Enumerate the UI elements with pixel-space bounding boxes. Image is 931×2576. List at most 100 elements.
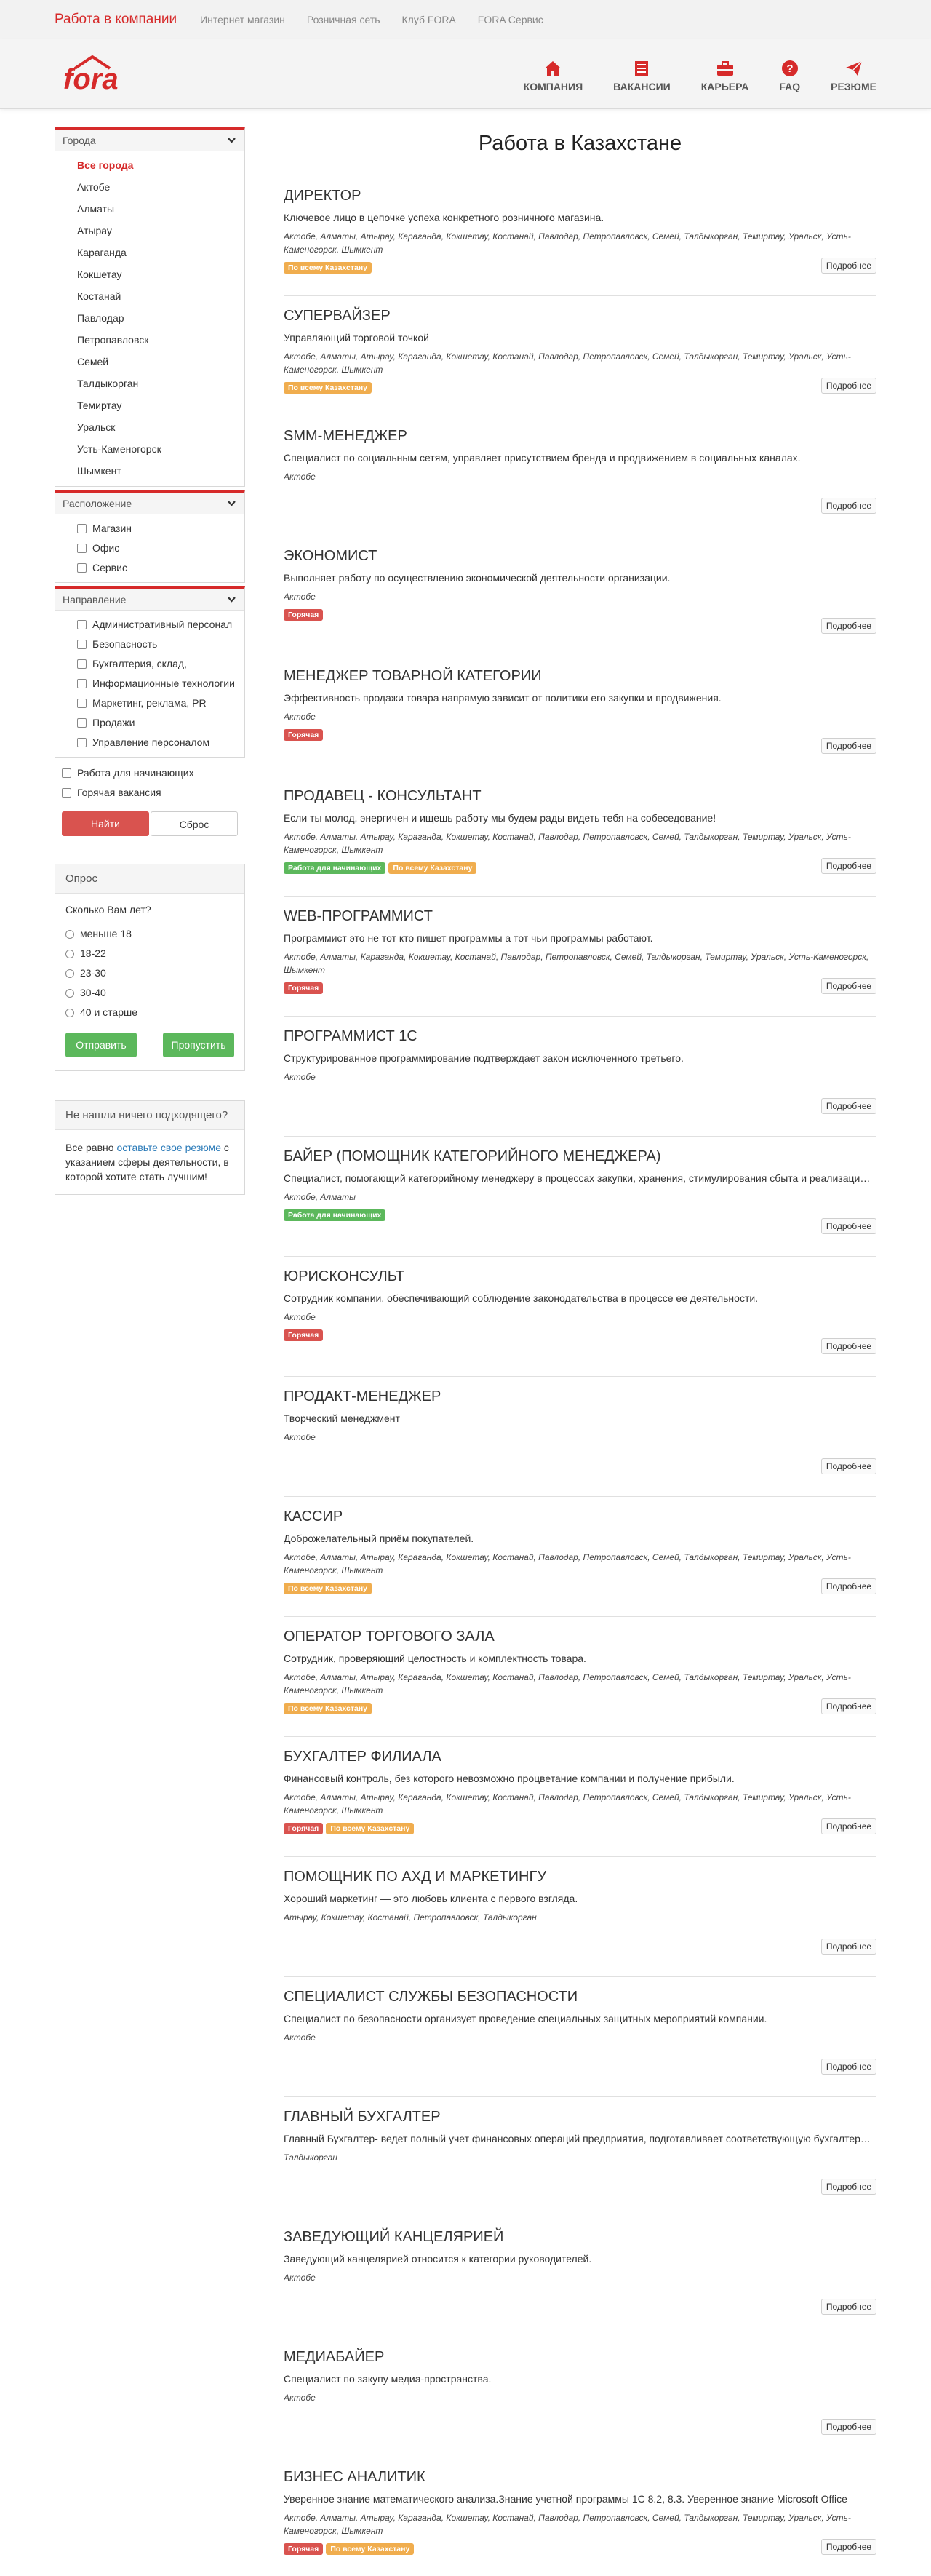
checkbox-box[interactable] bbox=[62, 768, 71, 778]
city-item[interactable]: Костанай bbox=[77, 285, 244, 307]
location-checkbox[interactable]: Офис bbox=[77, 538, 244, 558]
more-button[interactable]: Подробнее bbox=[821, 2539, 876, 2555]
job-title[interactable]: МЕНЕДЖЕР ТОВАРНОЙ КАТЕГОРИИ bbox=[284, 656, 876, 690]
more-button[interactable]: Подробнее bbox=[821, 2419, 876, 2435]
more-button[interactable]: Подробнее bbox=[821, 738, 876, 754]
beginners-checkbox[interactable]: Работа для начинающих bbox=[62, 763, 245, 783]
checkbox-box[interactable] bbox=[77, 659, 87, 669]
checkbox-box[interactable] bbox=[62, 788, 71, 798]
city-item[interactable]: Семей bbox=[77, 351, 244, 373]
more-button[interactable]: Подробнее bbox=[821, 498, 876, 514]
city-item[interactable]: Атырау bbox=[77, 220, 244, 242]
checkbox-box[interactable] bbox=[77, 679, 87, 688]
city-item[interactable]: Караганда bbox=[77, 242, 244, 263]
job-title[interactable]: СУПЕРВАЙЗЕР bbox=[284, 296, 876, 330]
nav-resume[interactable]: РЕЗЮМЕ bbox=[831, 60, 876, 92]
checkbox-box[interactable] bbox=[77, 738, 87, 747]
more-button[interactable]: Подробнее bbox=[821, 1218, 876, 1234]
city-item[interactable]: Алматы bbox=[77, 198, 244, 220]
topbar-link-service[interactable]: FORA Сервис bbox=[478, 14, 543, 25]
direction-checkbox[interactable]: Информационные технологии bbox=[77, 674, 244, 693]
hot-vacancy-checkbox[interactable]: Горячая вакансия bbox=[62, 783, 245, 803]
more-button[interactable]: Подробнее bbox=[821, 618, 876, 634]
topbar-link-retail[interactable]: Розничная сеть bbox=[307, 14, 380, 25]
cities-filter-header[interactable]: Города bbox=[55, 130, 244, 151]
job-title[interactable]: КАССИР bbox=[284, 1497, 876, 1530]
checkbox-box[interactable] bbox=[77, 620, 87, 629]
checkbox-box[interactable] bbox=[77, 640, 87, 649]
more-button[interactable]: Подробнее bbox=[821, 978, 876, 994]
location-filter-header[interactable]: Расположение bbox=[55, 493, 244, 514]
poll-submit-button[interactable]: Отправить bbox=[65, 1033, 137, 1057]
nav-vacancies[interactable]: ВАКАНСИИ bbox=[613, 60, 671, 92]
more-button[interactable]: Подробнее bbox=[821, 2299, 876, 2315]
city-item[interactable]: Петропавловск bbox=[77, 329, 244, 351]
direction-checkbox[interactable]: Маркетинг, реклама, PR bbox=[77, 693, 244, 713]
job-title[interactable]: ДИРЕКТОР bbox=[284, 176, 876, 210]
reset-button[interactable]: Сброс bbox=[151, 811, 238, 836]
location-checkbox[interactable]: Магазин bbox=[77, 519, 244, 538]
more-button[interactable]: Подробнее bbox=[821, 1458, 876, 1474]
city-item[interactable]: Павлодар bbox=[77, 307, 244, 329]
job-title[interactable]: ПРОГРАММИСТ 1С bbox=[284, 1017, 876, 1050]
job-title[interactable]: SMM-МЕНЕДЖЕР bbox=[284, 416, 876, 450]
find-button[interactable]: Найти bbox=[62, 811, 149, 836]
more-button[interactable]: Подробнее bbox=[821, 1939, 876, 1955]
poll-option[interactable]: 23-30 bbox=[65, 963, 234, 983]
more-button[interactable]: Подробнее bbox=[821, 2179, 876, 2195]
checkbox-box[interactable] bbox=[77, 718, 87, 728]
city-item[interactable]: Талдыкорган bbox=[77, 373, 244, 394]
job-title[interactable]: ПРОДАВЕЦ - КОНСУЛЬТАНТ bbox=[284, 776, 876, 810]
poll-option[interactable]: меньше 18 bbox=[65, 924, 234, 944]
topbar-brand-link[interactable]: Работа в компании bbox=[55, 12, 177, 28]
job-title[interactable]: WEB-ПРОГРАММИСТ bbox=[284, 897, 876, 930]
job-title[interactable]: ОПЕРАТОР ТОРГОВОГО ЗАЛА bbox=[284, 1617, 876, 1650]
job-title[interactable]: ПОМОЩНИК ПО АХД И МАРКЕТИНГУ bbox=[284, 1857, 876, 1891]
location-checkbox[interactable]: Сервис bbox=[77, 558, 244, 578]
nav-company[interactable]: КОМПАНИЯ bbox=[524, 60, 583, 92]
more-button[interactable]: Подробнее bbox=[821, 378, 876, 394]
checkbox-box[interactable] bbox=[77, 563, 87, 573]
nav-faq[interactable]: ? FAQ bbox=[779, 60, 800, 92]
job-title[interactable]: БИЗНЕС АНАЛИТИК bbox=[284, 2457, 876, 2491]
job-title[interactable]: ЭКОНОМИСТ bbox=[284, 536, 876, 570]
city-item[interactable]: Усть-Каменогорск bbox=[77, 438, 244, 460]
checkbox-box[interactable] bbox=[77, 524, 87, 533]
more-button[interactable]: Подробнее bbox=[821, 1818, 876, 1834]
city-all[interactable]: Все города bbox=[77, 154, 244, 176]
more-button[interactable]: Подробнее bbox=[821, 2059, 876, 2075]
fora-logo[interactable]: fora bbox=[62, 52, 142, 95]
poll-option[interactable]: 40 и старше bbox=[65, 1003, 234, 1022]
checkbox-box[interactable] bbox=[77, 544, 87, 553]
job-title[interactable]: МЕДИАБАЙЕР bbox=[284, 2337, 876, 2371]
radio-button[interactable] bbox=[65, 949, 74, 958]
job-title[interactable]: ЮРИСКОНСУЛЬТ bbox=[284, 1257, 876, 1290]
radio-button[interactable] bbox=[65, 929, 74, 939]
direction-checkbox[interactable]: Управление персоналом bbox=[77, 733, 244, 752]
topbar-link-online-store[interactable]: Интернет магазин bbox=[200, 14, 285, 25]
more-button[interactable]: Подробнее bbox=[821, 1098, 876, 1114]
topbar-link-club[interactable]: Клуб FORA bbox=[402, 14, 456, 25]
more-button[interactable]: Подробнее bbox=[821, 1338, 876, 1354]
city-item[interactable]: Шымкент bbox=[77, 460, 244, 482]
nav-career[interactable]: КАРЬЕРА bbox=[701, 60, 748, 92]
city-item[interactable]: Уральск bbox=[77, 416, 244, 438]
city-item[interactable]: Темиртау bbox=[77, 394, 244, 416]
more-button[interactable]: Подробнее bbox=[821, 1698, 876, 1714]
direction-checkbox[interactable]: Безопасность bbox=[77, 635, 244, 654]
job-title[interactable]: ЗАВЕДУЮЩИЙ КАНЦЕЛЯРИЕЙ bbox=[284, 2217, 876, 2251]
direction-checkbox[interactable]: Административный персонал bbox=[77, 615, 244, 635]
checkbox-box[interactable] bbox=[77, 699, 87, 708]
job-title[interactable]: БАЙЕР (ПОМОЩНИК КАТЕГОРИЙНОГО МЕНЕДЖЕРА) bbox=[284, 1137, 876, 1170]
leave-resume-link[interactable]: оставьте свое резюме bbox=[116, 1142, 221, 1153]
direction-checkbox[interactable]: Продажи bbox=[77, 713, 244, 733]
radio-button[interactable] bbox=[65, 969, 74, 978]
direction-checkbox[interactable]: Бухгалтерия, склад, bbox=[77, 654, 244, 674]
direction-filter-header[interactable]: Направление bbox=[55, 589, 244, 611]
poll-option[interactable]: 30-40 bbox=[65, 983, 234, 1003]
more-button[interactable]: Подробнее bbox=[821, 258, 876, 274]
radio-button[interactable] bbox=[65, 988, 74, 998]
job-title[interactable]: ПРОДАКТ-МЕНЕДЖЕР bbox=[284, 1377, 876, 1410]
city-item[interactable]: Актобе bbox=[77, 176, 244, 198]
job-title[interactable]: СПЕЦИАЛИСТ СЛУЖБЫ БЕЗОПАСНОСТИ bbox=[284, 1977, 876, 2011]
